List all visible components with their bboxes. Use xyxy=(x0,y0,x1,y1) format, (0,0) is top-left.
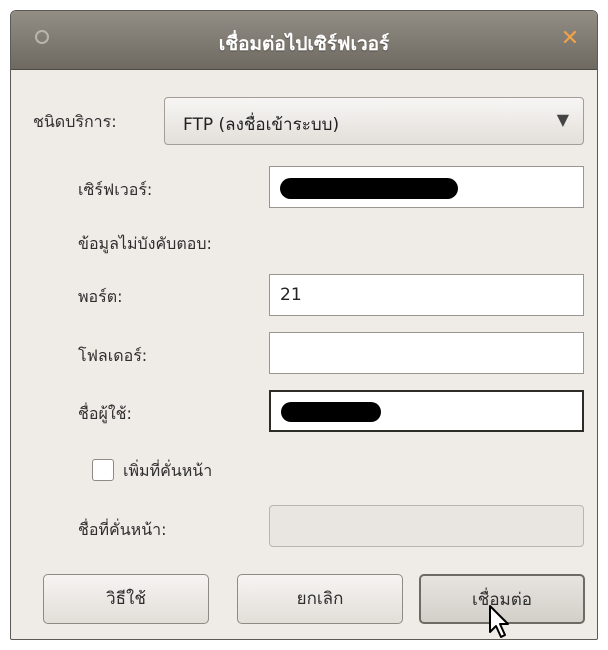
server-input[interactable] xyxy=(269,166,584,208)
username-value-redacted xyxy=(281,402,381,422)
cancel-button[interactable]: ยกเลิก xyxy=(237,574,403,624)
service-type-value: FTP (ลงชื่อเข้าระบบ) xyxy=(183,115,340,135)
titlebar[interactable]: เชื่อมต่อไปเซิร์ฟเวอร์ ✕ xyxy=(11,11,597,70)
mouse-pointer-icon xyxy=(489,605,509,638)
port-input[interactable]: 21 xyxy=(269,274,584,316)
bookmark-name-label: ชื่อที่คั่นหน้า: xyxy=(78,520,167,539)
bookmark-name-input[interactable] xyxy=(269,505,584,547)
help-button[interactable]: วิธีใช้ xyxy=(43,574,209,624)
service-type-dropdown[interactable]: FTP (ลงชื่อเข้าระบบ) ▼ xyxy=(164,97,584,145)
username-label: ชื่อผู้ใช้: xyxy=(78,404,132,423)
optional-info-heading: ข้อมูลไม่บังคับตอบ: xyxy=(78,234,212,253)
username-input[interactable] xyxy=(269,390,584,432)
folder-input[interactable] xyxy=(269,332,584,374)
port-value: 21 xyxy=(280,285,302,305)
folder-label: โฟลเดอร์: xyxy=(78,346,148,365)
chevron-down-icon: ▼ xyxy=(556,110,569,129)
close-icon[interactable]: ✕ xyxy=(559,28,581,50)
port-label: พอร์ต: xyxy=(78,287,123,306)
add-bookmark-checkbox[interactable] xyxy=(92,459,114,481)
service-type-label: ชนิดบริการ: xyxy=(33,112,117,131)
add-bookmark-label[interactable]: เพิ่มที่คั่นหน้า xyxy=(123,459,212,484)
dialog-title: เชื่อมต่อไปเซิร์ฟเวอร์ xyxy=(218,33,390,55)
connect-to-server-dialog: เชื่อมต่อไปเซิร์ฟเวอร์ ✕ ชนิดบริการ: FTP… xyxy=(10,10,598,640)
server-label: เซิร์ฟเวอร์: xyxy=(78,180,153,199)
server-value-redacted xyxy=(280,178,458,199)
